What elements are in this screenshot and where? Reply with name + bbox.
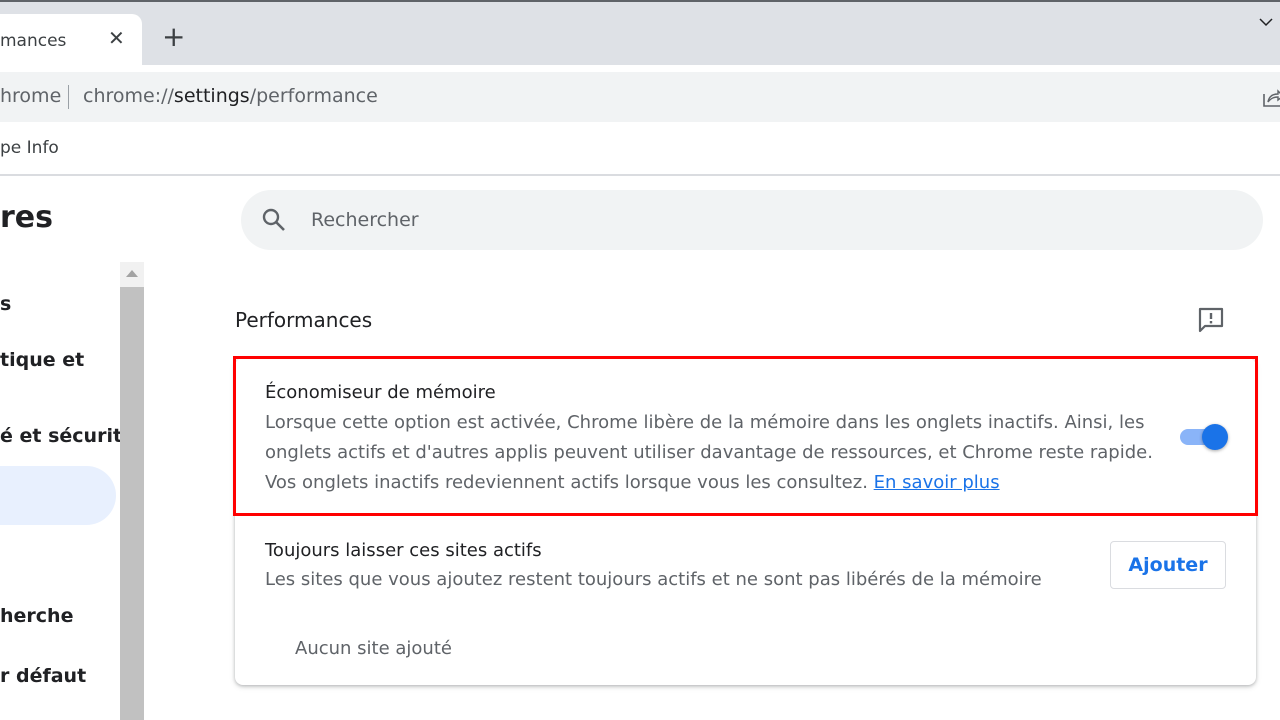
search-icon [262, 208, 285, 231]
search-input[interactable] [311, 190, 1211, 250]
url-prefix: chrome:// [83, 85, 174, 107]
new-tab-icon[interactable]: + [162, 22, 185, 52]
memory-saver-toggle[interactable] [1180, 424, 1228, 450]
settings-search[interactable] [241, 190, 1263, 250]
url-host: settings [173, 85, 250, 107]
toolbar-spacer [0, 65, 1280, 72]
tab-title: mances [0, 31, 67, 51]
address-bar[interactable]: hrome chrome://settings/performance [0, 72, 1280, 122]
sidebar-item[interactable]: tique et [0, 347, 84, 373]
sidebar-item-search-engine[interactable]: herche [0, 603, 73, 629]
memory-saver-description: Lorsque cette option est activée, Chrome… [265, 408, 1155, 498]
tab-strip: mances ✕ + [0, 2, 1280, 65]
scroll-up-arrow-icon[interactable] [120, 262, 144, 287]
site-label: hrome [0, 85, 62, 107]
sidebar-item[interactable]: s [0, 291, 11, 317]
share-icon[interactable] [1262, 86, 1280, 108]
address-divider [68, 85, 69, 109]
always-active-description: Les sites que vous ajoutez restent toujo… [265, 569, 1042, 590]
settings-title: res [0, 200, 53, 235]
section-title: Performances [235, 308, 373, 332]
add-site-button[interactable]: Ajouter [1110, 541, 1226, 589]
sidebar-scrollbar[interactable] [120, 262, 144, 720]
tab-performance[interactable]: mances ✕ [0, 14, 142, 65]
chevron-down-icon[interactable] [1258, 14, 1274, 30]
url-text[interactable]: chrome://settings/performance [83, 85, 378, 107]
always-active-title: Toujours laisser ces sites actifs [265, 540, 542, 561]
memory-saver-text: Lorsque cette option est activée, Chrome… [265, 412, 1153, 493]
toggle-knob [1202, 424, 1228, 450]
memory-saver-title: Économiseur de mémoire [265, 382, 496, 403]
feedback-icon[interactable] [1196, 306, 1226, 334]
sidebar-item-performance-active[interactable] [0, 466, 116, 525]
bookmark-item[interactable]: pe Info [0, 138, 59, 158]
learn-more-link[interactable]: En savoir plus [874, 472, 1000, 493]
sidebar-item-privacy[interactable]: é et sécurité [0, 423, 135, 449]
url-path: /performance [249, 85, 378, 107]
sidebar-item-default-browser[interactable]: r défaut [0, 663, 86, 689]
no-sites-label: Aucun site ajouté [295, 638, 452, 659]
close-icon[interactable]: ✕ [108, 26, 125, 50]
bookmarks-bar: pe Info [0, 122, 1280, 176]
